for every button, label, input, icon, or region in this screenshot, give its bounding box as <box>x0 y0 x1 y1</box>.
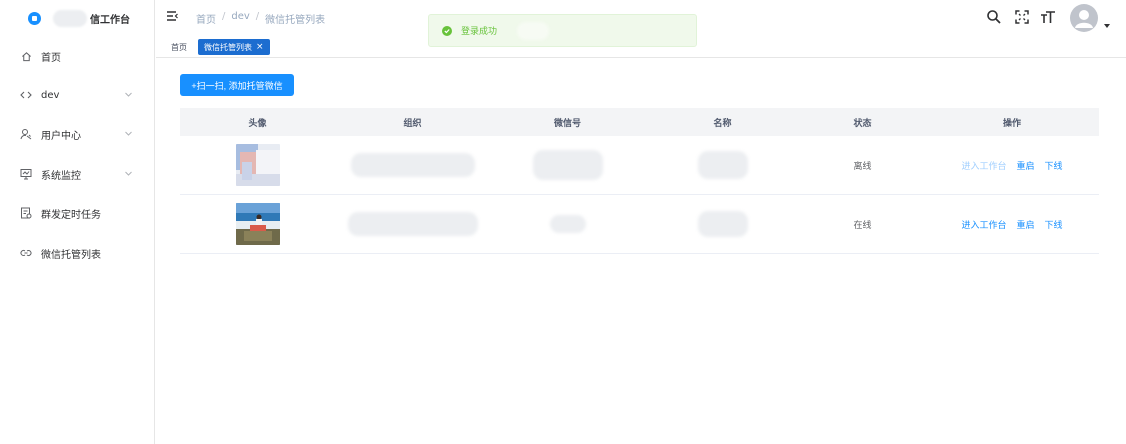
main-content: +扫一扫, 添加托管微信 头像 组织 微信号 名称 状态 操作 离线 进入工作台 <box>156 59 1126 444</box>
logout-link[interactable]: 下线 <box>1045 218 1063 231</box>
redacted-value <box>532 150 603 180</box>
logout-link[interactable]: 下线 <box>1045 159 1063 172</box>
wechat-id-cell <box>490 136 645 194</box>
font-size-icon[interactable] <box>1040 9 1056 25</box>
sidebar-item-label: 用户中心 <box>41 130 81 142</box>
status-cell: 在线 <box>800 195 925 253</box>
breadcrumb-item-current: 微信托管列表 <box>265 15 326 26</box>
breadcrumb-item-home[interactable]: 首页 <box>196 11 216 26</box>
breadcrumb-item-dev[interactable]: dev <box>231 11 249 26</box>
tab-wechat-hosting[interactable]: 微信托管列表 × <box>198 39 270 55</box>
caret-down-icon[interactable] <box>1104 20 1110 28</box>
task-icon <box>20 207 32 219</box>
close-icon[interactable]: × <box>256 42 264 52</box>
menu-toggle-icon[interactable] <box>166 10 179 22</box>
search-icon[interactable] <box>986 9 1002 25</box>
chevron-down-icon <box>124 169 133 178</box>
actions-cell: 进入工作台 重启 下线 <box>925 195 1099 253</box>
fullscreen-icon[interactable] <box>1014 9 1030 25</box>
sidebar: 信工作台 首页 dev 用户中心 系统监控 群发定时任务 微信托管列表 <box>0 0 155 444</box>
column-header-name: 名称 <box>713 118 732 129</box>
redacted-value <box>350 153 475 177</box>
table-row: 离线 进入工作台 重启 下线 <box>180 136 1099 195</box>
redacted-value <box>549 215 586 233</box>
monitor-icon <box>20 168 32 180</box>
actions-cell: 进入工作台 重启 下线 <box>925 136 1099 194</box>
column-header-org: 组织 <box>403 118 422 129</box>
toast-redacted <box>517 22 549 40</box>
wechat-id-cell <box>490 195 645 253</box>
breadcrumb-separator: / <box>222 11 226 22</box>
name-cell <box>645 136 800 194</box>
check-circle-icon <box>442 25 452 36</box>
column-header-avatar: 头像 <box>248 118 267 129</box>
redacted-value <box>697 151 748 179</box>
avatar-cell <box>180 195 335 253</box>
tab-label: 首页 <box>171 42 187 52</box>
enter-workbench-link[interactable]: 进入工作台 <box>961 218 1006 231</box>
org-cell <box>335 136 490 194</box>
toast-message: 登录成功 <box>461 27 498 37</box>
redacted-value <box>347 212 478 236</box>
sidebar-item-label: 系统监控 <box>41 170 81 182</box>
restart-link[interactable]: 重启 <box>1016 159 1034 172</box>
logo-icon <box>28 11 41 25</box>
table-header: 头像 组织 微信号 名称 状态 操作 <box>180 108 1099 136</box>
sidebar-item-scheduled-tasks[interactable]: 群发定时任务 <box>0 201 154 225</box>
tab-home[interactable]: 首页 <box>166 39 192 55</box>
link-icon <box>20 247 32 259</box>
logo-redacted <box>53 9 87 27</box>
app-title: 信工作台 <box>90 14 130 26</box>
sidebar-item-user-center[interactable]: 用户中心 <box>0 122 154 146</box>
column-header-actions: 操作 <box>1002 118 1021 129</box>
org-cell <box>335 195 490 253</box>
avatar-cell <box>180 136 335 194</box>
add-hosted-wechat-button[interactable]: +扫一扫, 添加托管微信 <box>180 74 294 96</box>
tab-label: 微信托管列表 <box>204 42 252 52</box>
enter-workbench-link[interactable]: 进入工作台 <box>961 159 1006 172</box>
sidebar-item-dev[interactable]: dev <box>0 83 154 107</box>
home-icon <box>20 50 32 62</box>
sidebar-item-home[interactable]: 首页 <box>0 44 154 68</box>
sidebar-item-label: 微信托管列表 <box>41 249 101 261</box>
top-navbar: 首页 / dev / 微信托管列表 登录成功 <box>156 0 1126 47</box>
sidebar-item-label: dev <box>41 89 60 101</box>
sidebar-item-monitor[interactable]: 系统监控 <box>0 162 154 186</box>
name-cell <box>645 195 800 253</box>
column-header-wechat-id: 微信号 <box>553 118 581 129</box>
code-icon <box>20 89 32 101</box>
status-text: 在线 <box>853 220 872 231</box>
hosting-table: 头像 组织 微信号 名称 状态 操作 离线 进入工作台 重启 下线 在线 进入工… <box>180 108 1099 254</box>
avatar[interactable] <box>1070 4 1098 32</box>
restart-link[interactable]: 重启 <box>1016 218 1034 231</box>
table-row: 在线 进入工作台 重启 下线 <box>180 195 1099 254</box>
success-toast: 登录成功 <box>428 14 697 47</box>
sidebar-item-label: 群发定时任务 <box>41 209 101 221</box>
breadcrumb-separator: / <box>255 11 260 22</box>
breadcrumb: 首页 / dev / 微信托管列表 <box>196 11 325 26</box>
chevron-down-icon <box>124 90 133 99</box>
sidebar-item-label: 首页 <box>41 52 61 64</box>
account-avatar-image <box>235 144 280 186</box>
redacted-value <box>697 211 748 237</box>
user-icon <box>20 128 32 140</box>
account-avatar-image <box>235 203 280 245</box>
sidebar-item-wechat-hosting[interactable]: 微信托管列表 <box>0 241 154 265</box>
status-text: 离线 <box>853 161 872 172</box>
column-header-status: 状态 <box>853 118 872 129</box>
logo-row: 信工作台 <box>0 0 154 36</box>
chevron-down-icon <box>124 129 133 138</box>
status-cell: 离线 <box>800 136 925 194</box>
